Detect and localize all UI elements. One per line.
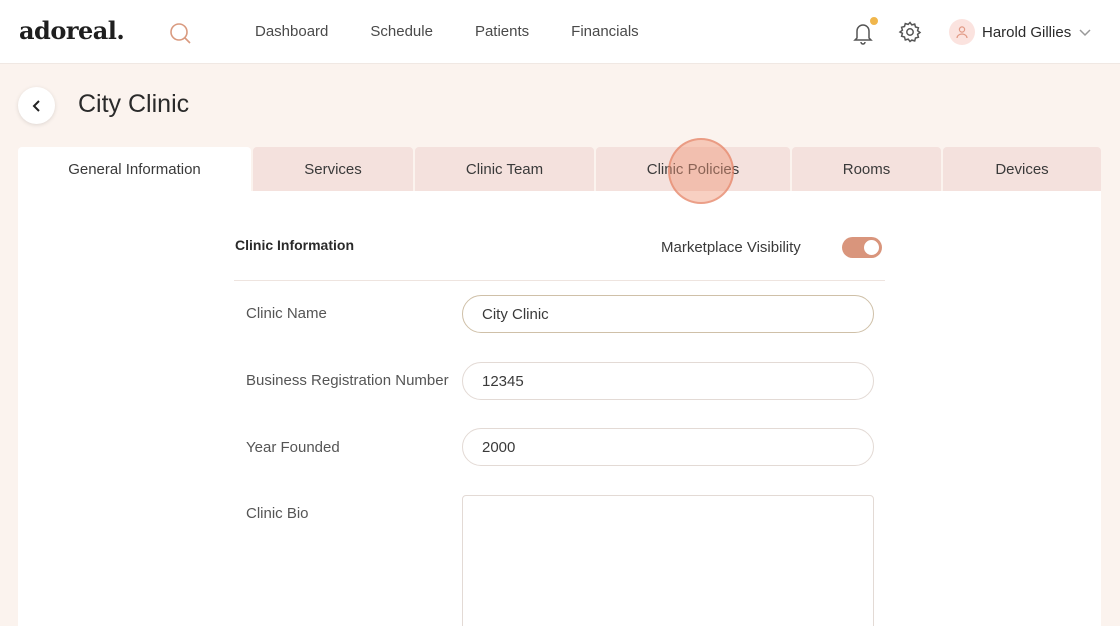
clinic-bio-textarea[interactable] — [462, 495, 874, 626]
year-founded-input[interactable] — [462, 428, 874, 466]
clinic-name-label: Clinic Name — [246, 305, 327, 322]
nav-patients[interactable]: Patients — [475, 23, 529, 40]
tab-clinic-team[interactable]: Clinic Team — [415, 147, 594, 191]
clinic-name-input[interactable] — [462, 295, 874, 333]
top-navbar: adoreal. Dashboard Schedule Patients Fin… — [0, 0, 1120, 64]
user-name: Harold Gillies — [982, 23, 1072, 41]
nav-financials[interactable]: Financials — [571, 23, 639, 40]
back-button[interactable] — [18, 87, 55, 124]
tab-general-information[interactable]: General Information — [18, 147, 251, 191]
tab-services[interactable]: Services — [253, 147, 413, 191]
search-icon[interactable] — [168, 21, 192, 45]
user-icon — [956, 26, 968, 39]
logo[interactable]: adoreal. — [19, 16, 125, 45]
year-founded-label: Year Founded — [246, 439, 340, 456]
marketplace-visibility-label: Marketplace Visibility — [661, 239, 801, 256]
page-title: City Clinic — [78, 90, 190, 118]
clinic-bio-label: Clinic Bio — [246, 505, 309, 522]
user-menu[interactable]: Harold Gillies — [949, 19, 1093, 45]
chevron-down-icon — [1079, 29, 1091, 37]
tab-rooms[interactable]: Rooms — [792, 147, 941, 191]
marketplace-visibility-toggle[interactable] — [842, 237, 882, 258]
registration-number-input[interactable] — [462, 362, 874, 400]
section-title: Clinic Information — [235, 237, 354, 253]
nav-schedule[interactable]: Schedule — [370, 23, 433, 40]
registration-number-label: Business Registration Number — [246, 372, 449, 389]
nav-dashboard[interactable]: Dashboard — [255, 23, 328, 40]
notification-dot — [869, 16, 879, 26]
avatar — [949, 19, 975, 45]
click-indicator — [668, 138, 734, 204]
tab-devices[interactable]: Devices — [943, 147, 1101, 191]
main-nav: Dashboard Schedule Patients Financials — [255, 23, 681, 40]
divider — [234, 280, 885, 281]
gear-icon[interactable] — [898, 20, 922, 44]
toggle-knob — [864, 240, 879, 255]
chevron-left-icon — [32, 99, 40, 112]
